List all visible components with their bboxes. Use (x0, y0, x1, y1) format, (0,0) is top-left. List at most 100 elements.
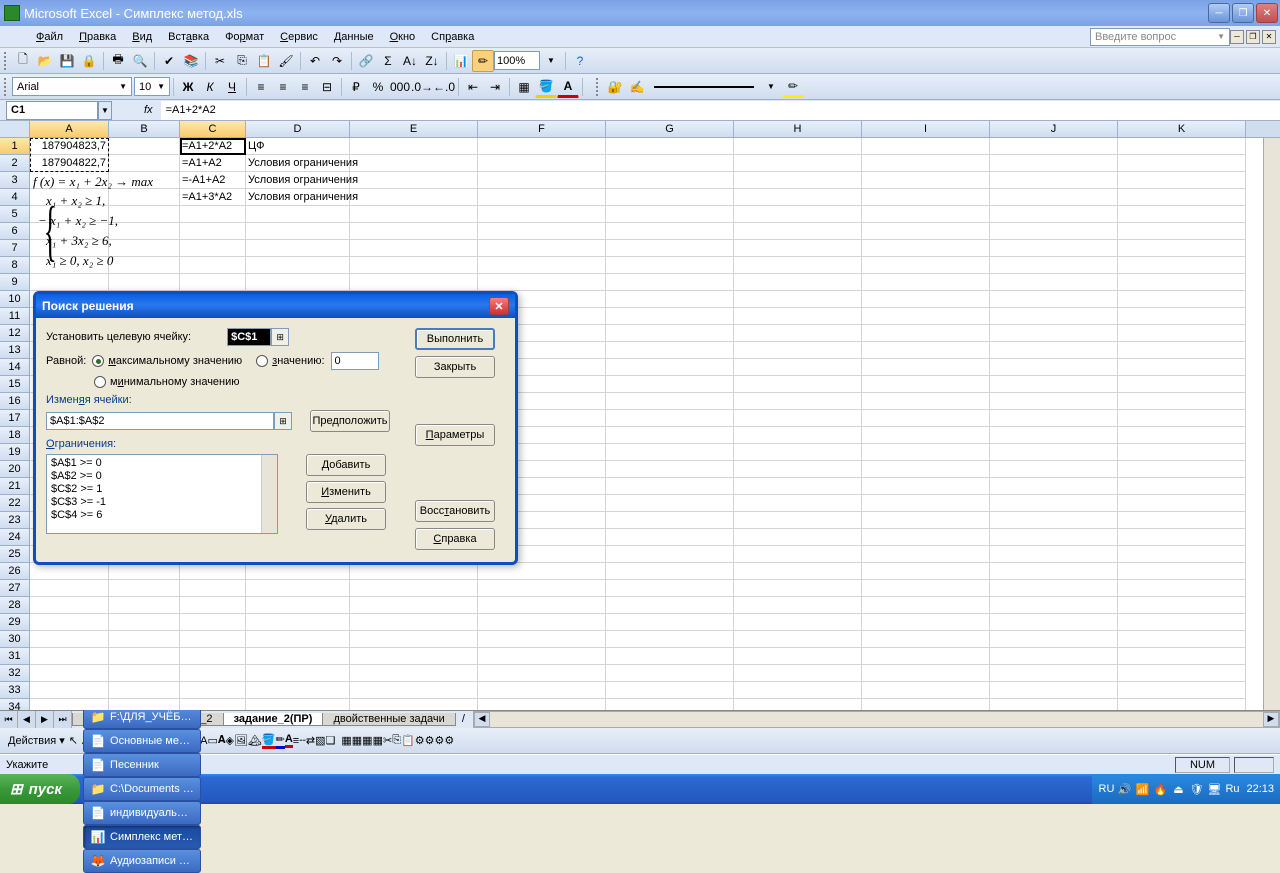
cell-G17[interactable] (606, 410, 734, 427)
cell-E28[interactable] (350, 597, 478, 614)
cell-E3[interactable] (350, 172, 478, 189)
cell-J2[interactable] (990, 155, 1118, 172)
cell-C28[interactable] (180, 597, 246, 614)
sig-button[interactable]: ✍ (626, 76, 648, 98)
save-button[interactable]: 💾 (56, 50, 78, 72)
cell-G20[interactable] (606, 461, 734, 478)
cell-J6[interactable] (990, 223, 1118, 240)
radio-min[interactable] (94, 376, 106, 388)
menu-окно[interactable]: Окно (382, 29, 424, 45)
constraint-item[interactable]: $C$3 >= -1 (51, 496, 273, 509)
format-painter-button[interactable]: 🖌 (275, 50, 297, 72)
undo-button[interactable]: ↶ (304, 50, 326, 72)
cell-C34[interactable] (180, 699, 246, 710)
cell-B6[interactable] (109, 223, 180, 240)
cell-B3[interactable] (109, 172, 180, 189)
cell-C2[interactable]: =A1+A2 (180, 155, 246, 172)
col-header-A[interactable]: A (30, 121, 109, 137)
hyperlink-button[interactable]: 🔗 (355, 50, 377, 72)
cell-E8[interactable] (350, 257, 478, 274)
cell-G6[interactable] (606, 223, 734, 240)
cell-J24[interactable] (990, 529, 1118, 546)
cell-H4[interactable] (734, 189, 862, 206)
cell-I15[interactable] (862, 376, 990, 393)
radio-max-label[interactable]: ммаксимальному значениюаксимальному знач… (108, 355, 242, 367)
cell-F31[interactable] (478, 648, 606, 665)
cell-I26[interactable] (862, 563, 990, 580)
cell-G24[interactable] (606, 529, 734, 546)
cell-I18[interactable] (862, 427, 990, 444)
shadow-button[interactable]: ▧ (315, 734, 325, 747)
align-center-button[interactable]: ≡ (272, 76, 294, 98)
name-box-drop-icon[interactable]: ▼ (98, 101, 112, 120)
col-header-F[interactable]: F (478, 121, 606, 137)
cell-G32[interactable] (606, 665, 734, 682)
cell-B29[interactable] (109, 614, 180, 631)
cell-J29[interactable] (990, 614, 1118, 631)
tray-av-icon[interactable]: 🔥 (1152, 781, 1168, 797)
taskbar-item-5[interactable]: 📊Симплекс мет… (83, 825, 201, 849)
chart-button[interactable]: 📊 (450, 50, 472, 72)
tab-first-button[interactable]: ⏮ (0, 711, 18, 728)
drawing-button[interactable]: ✏ (472, 50, 494, 72)
cell-B5[interactable] (109, 206, 180, 223)
radio-value-label[interactable]: значению: (272, 355, 324, 367)
close-dialog-button[interactable]: Закрыть (415, 356, 495, 378)
col-header-E[interactable]: E (350, 121, 478, 137)
cell-G14[interactable] (606, 359, 734, 376)
arrow-style-button[interactable]: ⇄ (306, 734, 315, 747)
cell-A2[interactable]: 187904822,7 (30, 155, 109, 172)
cell-I29[interactable] (862, 614, 990, 631)
reset-button[interactable]: Восстановить (415, 500, 495, 522)
menu-вид[interactable]: Вид (124, 29, 160, 45)
cell-I30[interactable] (862, 631, 990, 648)
menu-вставка[interactable]: Вставка (160, 29, 217, 45)
cell-B4[interactable] (109, 189, 180, 206)
cell-A4[interactable] (30, 189, 109, 206)
cell-A30[interactable] (30, 631, 109, 648)
line-drop-icon[interactable]: ▼ (760, 76, 782, 98)
cell-J21[interactable] (990, 478, 1118, 495)
cell-G34[interactable] (606, 699, 734, 710)
ext3-button[interactable]: ▦ (362, 734, 372, 747)
cell-J15[interactable] (990, 376, 1118, 393)
row-header-33[interactable]: 33 (0, 682, 30, 699)
cell-K10[interactable] (1118, 291, 1246, 308)
cell-I1[interactable] (862, 138, 990, 155)
cell-G4[interactable] (606, 189, 734, 206)
cell-F4[interactable] (478, 189, 606, 206)
zoom-drop-icon[interactable]: ▼ (540, 50, 562, 72)
cell-J3[interactable] (990, 172, 1118, 189)
row-header-2[interactable]: 2 (0, 155, 30, 172)
cell-J23[interactable] (990, 512, 1118, 529)
cell-D6[interactable] (246, 223, 350, 240)
cell-A29[interactable] (30, 614, 109, 631)
cell-A28[interactable] (30, 597, 109, 614)
fill-color-draw-button[interactable]: 🪣 (262, 733, 276, 749)
col-header-H[interactable]: H (734, 121, 862, 137)
ext9-button[interactable]: ⚙ (425, 734, 435, 747)
cell-F26[interactable] (478, 563, 606, 580)
cell-K23[interactable] (1118, 512, 1246, 529)
ext2-button[interactable]: ▦ (352, 734, 362, 747)
actions-menu[interactable]: Действия ▾ (4, 734, 69, 747)
horizontal-scrollbar[interactable]: ◀ ▶ (473, 711, 1280, 728)
cell-H7[interactable] (734, 240, 862, 257)
cell-E9[interactable] (350, 274, 478, 291)
cell-E2[interactable] (350, 155, 478, 172)
cell-H16[interactable] (734, 393, 862, 410)
lang-indicator[interactable]: RU (1098, 781, 1114, 797)
cell-D32[interactable] (246, 665, 350, 682)
cell-F30[interactable] (478, 631, 606, 648)
cell-K24[interactable] (1118, 529, 1246, 546)
constraint-item[interactable]: $A$2 >= 0 (51, 470, 273, 483)
cell-H6[interactable] (734, 223, 862, 240)
cell-K22[interactable] (1118, 495, 1246, 512)
row-header-28[interactable]: 28 (0, 597, 30, 614)
cell-I25[interactable] (862, 546, 990, 563)
cell-E4[interactable] (350, 189, 478, 206)
cell-J20[interactable] (990, 461, 1118, 478)
cell-J10[interactable] (990, 291, 1118, 308)
row-header-15[interactable]: 15 (0, 376, 30, 393)
cell-H24[interactable] (734, 529, 862, 546)
